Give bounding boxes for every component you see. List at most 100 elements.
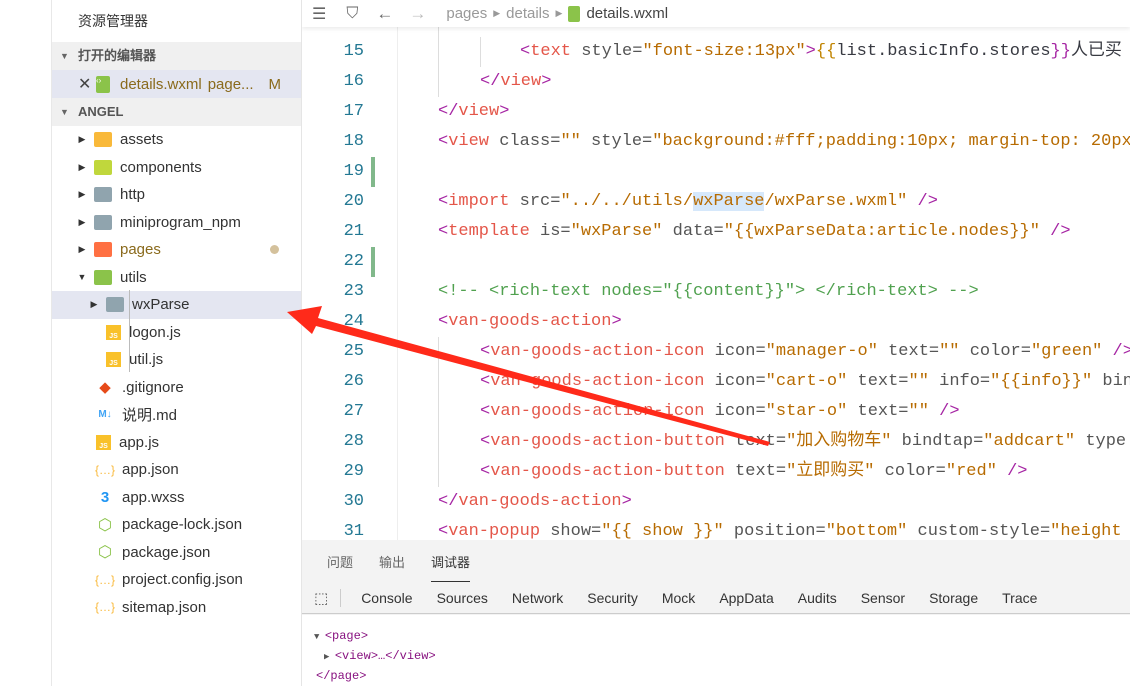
breadcrumb-pages[interactable]: pages (446, 5, 487, 22)
caret-right-icon: ▶ (324, 652, 335, 662)
tree-item-pages[interactable]: ▶ pages (52, 236, 301, 264)
tree-item-util-js[interactable]: JS util.js (52, 346, 301, 374)
code-token: "background:#fff;padding:10px; margin-to… (652, 132, 1130, 151)
caret-right-icon[interactable]: ▶ (76, 162, 88, 173)
code-token: "" (560, 132, 581, 151)
tree-item-package-lock-json[interactable]: ⬡ package-lock.json (52, 511, 301, 539)
code-token: list.basicInfo.stores (836, 42, 1051, 61)
code-token: icon= (704, 402, 766, 421)
tree-item-assets[interactable]: ▶ assets (52, 126, 301, 154)
code-token: style= (571, 42, 643, 61)
code-line[interactable]: <van-goods-action> (438, 307, 622, 337)
devtools-tab-storage[interactable]: Storage (917, 590, 990, 606)
line-number: 21 (343, 222, 364, 241)
tree-item-app-json[interactable]: {…} app.json (52, 456, 301, 484)
code-line[interactable]: <van-goods-action-icon icon="manager-o" … (480, 337, 1130, 367)
tree-item-http[interactable]: ▶ http (52, 181, 301, 209)
code-line[interactable]: <van-goods-action-icon icon="cart-o" tex… (480, 367, 1130, 397)
code-token: style= (580, 132, 653, 151)
tree-item-miniprogram-npm[interactable]: ▶ miniprogram_npm (52, 209, 301, 237)
code-token: view (500, 72, 542, 91)
forward-arrow-icon[interactable]: → (409, 4, 426, 24)
code-line[interactable]: <!-- <rich-text nodes="{{content}}"> </r… (438, 277, 979, 307)
code-token: color= (959, 342, 1031, 361)
tree-item-package-json[interactable]: ⬡ package.json (52, 539, 301, 567)
devtools-tab-audits[interactable]: Audits (786, 590, 849, 606)
code-line[interactable]: <text style="font-size:13px">{{list.basi… (520, 37, 1122, 67)
json-file-icon: {…} (95, 462, 116, 477)
devtools-tab-sources[interactable]: Sources (425, 590, 500, 606)
devtools-tab-trace[interactable]: Trace (990, 590, 1049, 606)
tree-item-md[interactable]: M↓ 说明.md (52, 401, 301, 429)
code-line[interactable]: <van-goods-action-button text="立即购买" col… (480, 457, 1028, 487)
tree-node-page[interactable]: ▼ <page> (314, 627, 1130, 647)
folder-icon (94, 242, 112, 258)
js-file-icon: JS (106, 324, 121, 340)
caret-down-icon[interactable]: ▼ (76, 272, 88, 282)
code-line[interactable]: </van-goods-action> (438, 487, 632, 517)
caret-right-icon[interactable]: ▶ (76, 217, 88, 228)
line-number: 16 (343, 72, 364, 91)
caret-right-icon[interactable]: ▶ (76, 134, 88, 145)
line-number: 23 (343, 282, 364, 301)
code-line[interactable]: <van-goods-action-button text="加入购物车" bi… (480, 427, 1126, 457)
tree-item-logon-js[interactable]: JS logon.js (52, 319, 301, 347)
code-line[interactable]: <view class="" style="background:#fff;pa… (438, 127, 1130, 157)
close-icon[interactable]: ✕ (78, 74, 96, 94)
tree-item-sitemap-json[interactable]: {…} sitemap.json (52, 594, 301, 622)
code-token: /> (1102, 342, 1130, 361)
code-line[interactable]: <template is="wxParse" data="{{wxParseDa… (438, 217, 1071, 247)
tab-output[interactable]: 输出 (379, 542, 405, 581)
devtools-tab-sensor[interactable]: Sensor (849, 590, 917, 606)
tree-item-gitignore[interactable]: ◆ .gitignore (52, 374, 301, 402)
json-file-icon: {…} (95, 572, 116, 587)
tree-item-app-js[interactable]: JS app.js (52, 429, 301, 457)
caret-right-icon[interactable]: ▶ (88, 299, 100, 310)
caret-right-icon[interactable]: ▶ (76, 189, 88, 200)
code-token: "" (908, 402, 929, 421)
tree-item-project-config-json[interactable]: {…} project.config.json (52, 566, 301, 594)
tree-item-app-wxss[interactable]: 3 app.wxss (52, 484, 301, 512)
tab-problems[interactable]: 问题 (327, 542, 353, 581)
devtools-tab-network[interactable]: Network (500, 590, 575, 606)
code-editor[interactable]: ☰ ⛉ ← → pages ▶ details ▶ details.wxml 1… (302, 0, 1130, 540)
devtools-tabs: ⬚ Console Sources Network Security Mock AppDa… (302, 583, 1130, 614)
breadcrumb-details[interactable]: details (506, 5, 549, 22)
code-line[interactable]: <van-goods-action-icon icon="star-o" tex… (480, 397, 960, 427)
open-editor-item[interactable]: ✕ ‹› details.wxml page... M (52, 70, 301, 98)
code-token: "manager-o" (765, 342, 878, 361)
devtools-tab-security[interactable]: Security (575, 590, 650, 606)
code-line[interactable]: </view> (480, 67, 551, 97)
project-section[interactable]: ▼ ANGEL (52, 98, 301, 126)
code-token: /> (996, 462, 1028, 481)
devtools-tab-console[interactable]: Console (341, 590, 424, 606)
code-token: > (499, 102, 510, 121)
code-token: < (480, 402, 491, 421)
code-line[interactable]: <import src="../../utils/wxParse/wxParse… (438, 187, 938, 217)
breadcrumb-file[interactable]: details.wxml (586, 5, 668, 22)
tree-item-wxparse[interactable]: ▶ wxParse (52, 291, 301, 319)
line-number: 15 (343, 42, 364, 61)
code-line[interactable]: </view> (438, 97, 509, 127)
tree-node-view[interactable]: ▶ <view>…</view> (314, 647, 1130, 667)
tree-item-components[interactable]: ▶ components (52, 154, 301, 182)
tree-item-utils[interactable]: ▼ utils (52, 264, 301, 292)
caret-right-icon[interactable]: ▶ (76, 244, 88, 255)
code-line[interactable]: <van-popup show="{{ show }}" position="b… (438, 517, 1122, 540)
bookmark-icon[interactable]: ⛉ (346, 5, 358, 23)
open-editors-section[interactable]: ▼ 打开的编辑器 (52, 42, 301, 70)
list-icon[interactable]: ☰ (312, 4, 326, 24)
tree-item-label: pages (120, 241, 161, 259)
back-arrow-icon[interactable]: ← (376, 4, 393, 24)
folder-icon (94, 159, 112, 175)
code-token: > (805, 42, 816, 61)
devtools-tab-appdata[interactable]: AppData (707, 590, 785, 606)
code-token: van-popup (448, 522, 541, 540)
code-token: > (611, 312, 622, 331)
tab-debugger[interactable]: 调试器 (431, 542, 471, 582)
code-token: "{{wxParseData:article.nodes}}" (723, 222, 1040, 241)
inspect-element-icon[interactable]: ⬚ (302, 589, 342, 607)
devtools-tab-mock[interactable]: Mock (650, 590, 707, 606)
code-token: bindtap (1102, 372, 1130, 391)
code-token: "../../utils/ (560, 192, 694, 211)
